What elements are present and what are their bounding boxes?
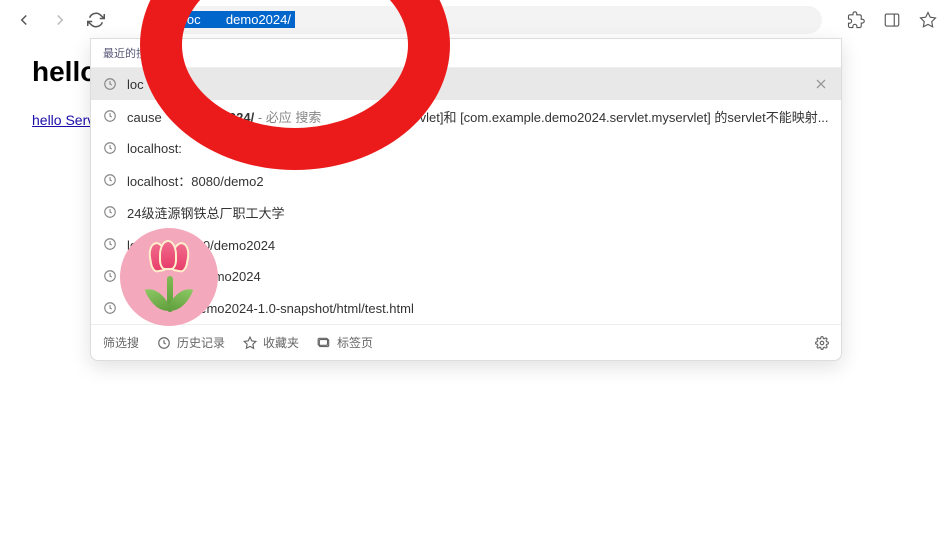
extensions-button[interactable] [840,4,872,36]
suggestion-text: localhost: largumente [127,141,829,156]
sidebar-button[interactable] [876,4,908,36]
address-bar[interactable]: loc demo2024/ [150,6,822,34]
gear-icon [815,336,829,350]
tulip-sticker [120,228,218,326]
history-icon [103,173,117,187]
favorites-toolbar-button[interactable] [912,4,944,36]
suggestion-text: localh t：8080/demo2024 [127,235,829,254]
suggestion-text: 24级涟源钢铁总厂职工大学 [127,203,829,222]
history-icon [157,336,171,350]
history-icon [103,269,117,283]
star-icon [243,336,257,350]
suggestion-row[interactable]: 24级涟源钢铁总厂职工大学 [91,196,841,228]
suggestion-row[interactable]: cause /demo2024/ - 必应 搜索 ervlet]和 [com.e… [91,100,841,132]
history-filter-button[interactable]: 历史记录 [157,334,225,351]
history-icon [103,301,117,315]
browser-toolbar: loc demo2024/ [0,0,952,40]
tab-icon [317,336,331,350]
forward-button[interactable] [44,4,76,36]
suggestions-bottom-bar: 筛选搜 历史记录 收藏夹 标签页 [91,324,841,360]
suggestion-row[interactable]: localhost：8080/demo2 [91,164,841,196]
suggestion-text: localhost：8080/demo2 [127,171,829,190]
suggestion-text: loc [127,77,803,92]
tabs-filter-button[interactable]: 标签页 [317,334,373,351]
suggestion-text: //demo2024 [127,269,829,284]
suggestion-row[interactable]: localhost: largumente [91,132,841,164]
address-suggestions: 最近的搜 loc cause /demo2024/ - 必应 搜索 ervlet… [90,38,842,361]
history-icon [103,141,117,155]
site-icon [160,13,174,27]
recent-searches-label: 最近的搜 [91,39,841,68]
history-icon [103,237,117,251]
filter-label: 筛选搜 [103,334,139,351]
history-icon [103,205,117,219]
history-icon [103,109,117,123]
url-text-selected: loc demo2024/ [180,11,295,28]
back-button[interactable] [8,4,40,36]
favorites-filter-button[interactable]: 收藏夹 [243,334,299,351]
settings-button[interactable] [815,336,829,350]
close-icon[interactable] [813,76,829,92]
history-icon [103,77,117,91]
suggestion-text: demo2024-1.0-snapshot/html/test.html [127,301,829,316]
suggestion-row[interactable]: loc [91,68,841,100]
refresh-button[interactable] [80,4,112,36]
suggestion-text: cause /demo2024/ - 必应 搜索 ervlet]和 [com.e… [127,107,829,126]
